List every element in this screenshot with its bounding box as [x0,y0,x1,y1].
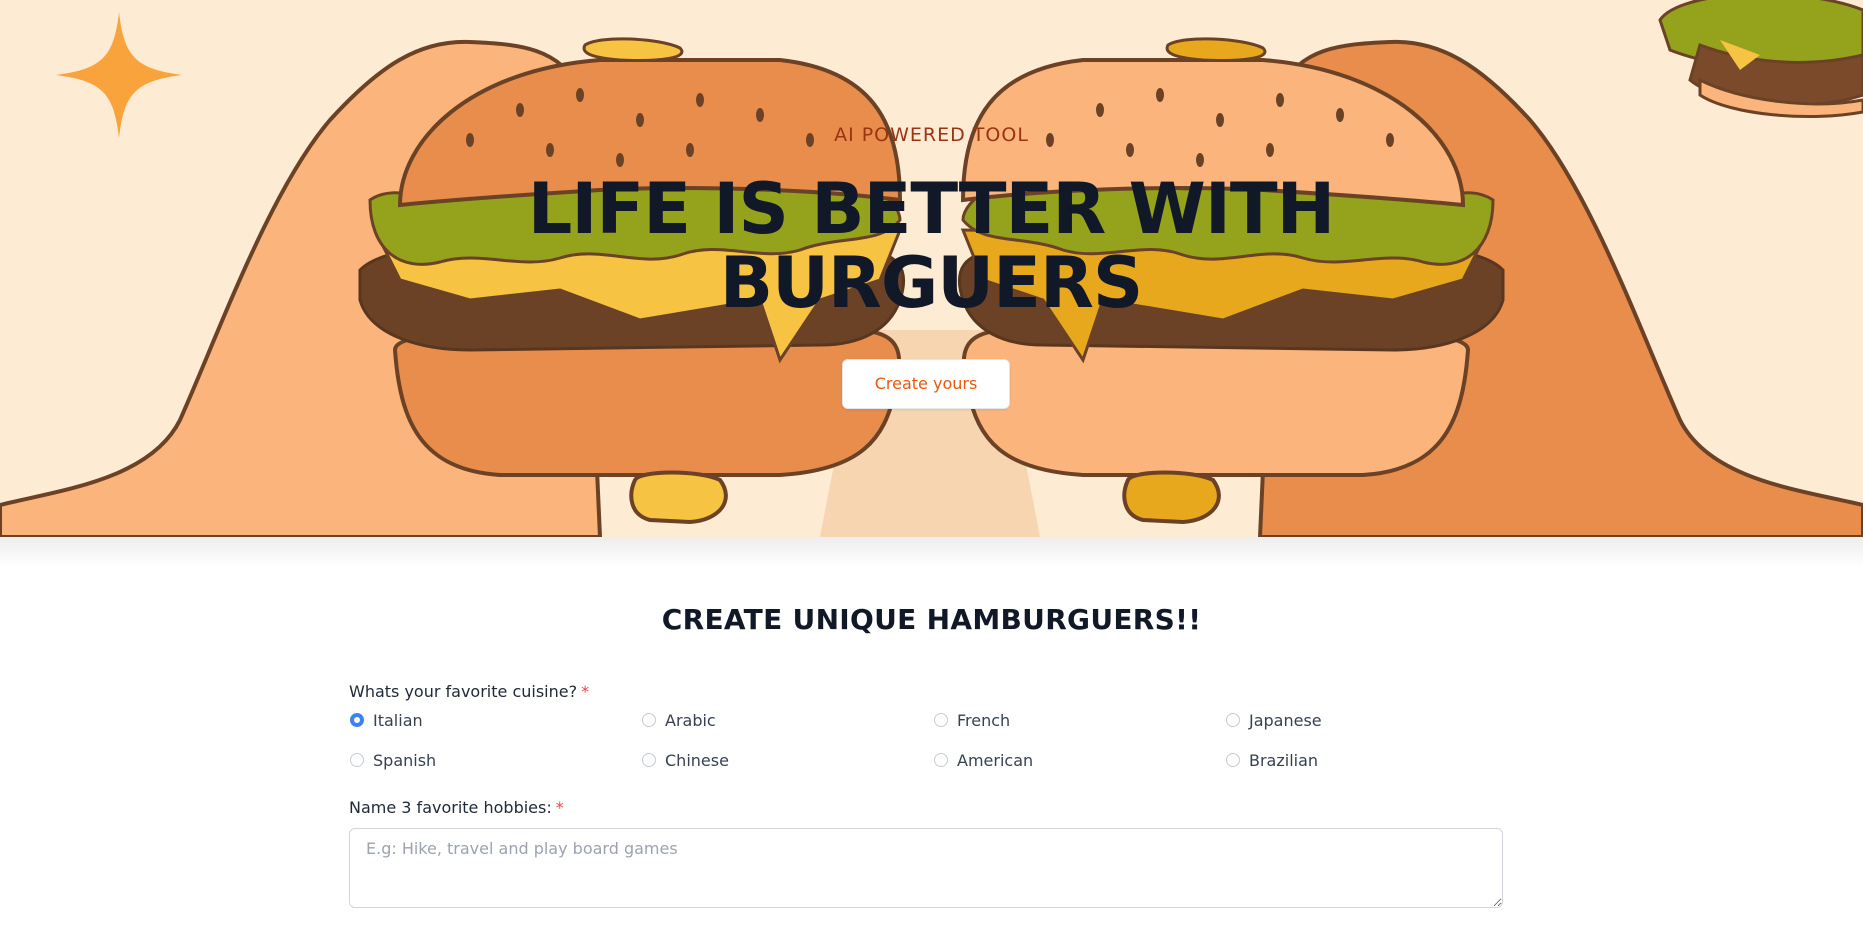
burger-form: Whats your favorite cuisine? * Italian Ar… [349,680,1503,912]
radio-label: Arabic [665,710,716,730]
radio-label: Japanese [1249,710,1322,730]
hero-title: LIFE IS BETTER WITH BURGUERS [527,168,1335,324]
cuisine-option-arabic[interactable]: Arabic [641,708,933,732]
cuisine-option-spanish[interactable]: Spanish [349,748,641,772]
hobbies-label-text: Name 3 favorite hobbies: [349,798,552,817]
radio-label: American [957,750,1034,770]
cuisine-option-brazilian[interactable]: Brazilian [1225,748,1503,772]
hero-banner: AI POWERED TOOL LIFE IS BETTER WITH BURG… [0,0,1863,537]
radio-unchecked-icon[interactable] [350,753,364,767]
cuisine-option-japanese[interactable]: Japanese [1225,708,1503,732]
hobbies-label: Name 3 favorite hobbies: * [349,796,1503,820]
hero-shadow [0,537,1863,567]
radio-label: Chinese [665,750,729,770]
hero-eyebrow: AI POWERED TOOL [834,124,1029,146]
radio-unchecked-icon[interactable] [1226,713,1240,727]
radio-label: Spanish [373,750,437,770]
create-yours-button[interactable]: Create yours [842,359,1010,409]
radio-checked-icon[interactable] [350,713,364,727]
radio-unchecked-icon[interactable] [642,713,656,727]
radio-unchecked-icon[interactable] [1226,753,1240,767]
radio-unchecked-icon[interactable] [934,753,948,767]
radio-label: Brazilian [1249,750,1319,770]
cuisine-label-text: Whats your favorite cuisine? [349,682,578,701]
cuisine-option-french[interactable]: French [933,708,1225,732]
cuisine-option-american[interactable]: American [933,748,1225,772]
radio-unchecked-icon[interactable] [934,713,948,727]
cuisine-option-italian[interactable]: Italian [349,708,641,732]
hobbies-textarea[interactable] [349,828,1503,908]
form-title: CREATE UNIQUE HAMBURGUERS!! [661,603,1202,636]
hero-content: AI POWERED TOOL LIFE IS BETTER WITH BURG… [0,0,1863,537]
radio-label: Italian [373,710,423,730]
required-mark: * [581,682,590,701]
required-mark: * [555,798,564,817]
cuisine-label: Whats your favorite cuisine? * [349,680,1503,704]
cuisine-radio-group: Italian Arabic French Japanese Spanish C… [349,708,1503,772]
radio-label: French [957,710,1011,730]
cuisine-option-chinese[interactable]: Chinese [641,748,933,772]
radio-unchecked-icon[interactable] [642,753,656,767]
